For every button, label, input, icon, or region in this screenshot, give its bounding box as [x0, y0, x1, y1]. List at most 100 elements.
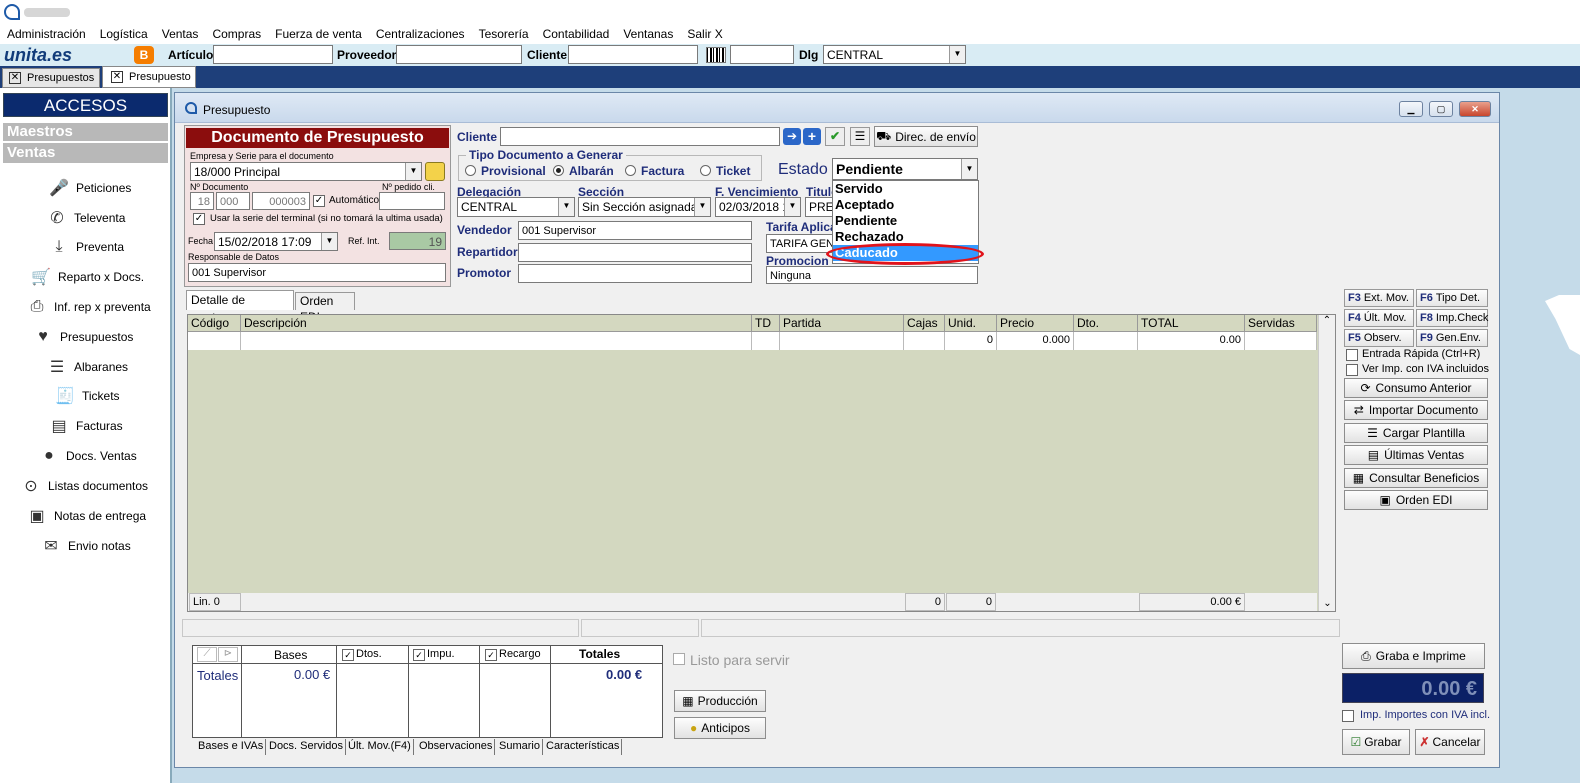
estado-option-1[interactable]: Aceptado [833, 197, 978, 213]
right-button-1[interactable]: ⇄ Importar Documento [1344, 400, 1488, 421]
delegacion-select[interactable]: CENTRAL ▼ [457, 197, 575, 217]
dtos-checkbox[interactable]: ✓ [342, 649, 354, 661]
column-header-9[interactable]: Servidas [1245, 315, 1317, 332]
close-icon[interactable]: ✕ [9, 72, 21, 84]
fvenc-input[interactable]: 02/03/2018 1 ▼ [715, 197, 801, 217]
promotor-input[interactable] [518, 264, 752, 283]
sidebar-item-4[interactable]: ⎙ Inf. rep x preventa [26, 296, 151, 318]
close-icon[interactable]: ✕ [111, 71, 123, 83]
right-button-5[interactable]: ▣ Orden EDI [1344, 490, 1488, 510]
column-header-5[interactable]: Unid. [945, 315, 997, 332]
right-button-0[interactable]: ⟳ Consumo Anterior [1344, 378, 1488, 398]
sidebar-section-maestros[interactable]: Maestros [3, 123, 168, 141]
row-cell-servidas[interactable] [1245, 332, 1317, 350]
row-cell-cajas[interactable] [904, 332, 945, 350]
sidebar-item-10[interactable]: ⊙ Listas documentos [20, 475, 148, 497]
row-cell-code[interactable] [188, 332, 241, 350]
ver-imp-checkbox[interactable] [1346, 364, 1358, 376]
radio-albaran[interactable] [553, 165, 564, 176]
row-cell-unid[interactable]: 0 [945, 332, 997, 350]
arrow-right-icon[interactable]: ➔ [783, 128, 801, 145]
menu-item-8[interactable]: Ventanas [616, 27, 680, 41]
menu-item-7[interactable]: Contabilidad [536, 27, 617, 41]
tab-orden-edi[interactable]: Orden EDI [295, 292, 355, 324]
close-button[interactable]: ✕ [1459, 101, 1491, 117]
repartidor-input[interactable] [518, 243, 752, 262]
sidebar-item-12[interactable]: ✉ Envio notas [40, 535, 130, 557]
coins-icon[interactable] [425, 162, 445, 181]
responsable-input[interactable]: 001 Supervisor [188, 263, 446, 282]
grabar-button[interactable]: ☑ Grabar [1342, 729, 1410, 755]
menu-item-9[interactable]: Salir X [680, 27, 729, 41]
titulo-input[interactable]: PRES [805, 197, 835, 217]
column-header-6[interactable]: Precio [997, 315, 1074, 332]
cliente-form-input[interactable] [500, 127, 780, 146]
column-header-3[interactable]: Partida [780, 315, 904, 332]
sidebar-item-7[interactable]: 🧾 Tickets [54, 385, 120, 407]
check-icon[interactable]: ✔ [825, 127, 845, 146]
list-icon[interactable]: ☰ [850, 127, 870, 146]
barcode-input[interactable] [730, 45, 794, 64]
estado-option-0[interactable]: Servido [833, 181, 978, 197]
menu-item-2[interactable]: Ventas [155, 27, 206, 41]
ndoc-num-input[interactable]: 000003 [252, 192, 310, 210]
sidebar-item-0[interactable]: 🎤 Peticiones [48, 177, 131, 199]
sidebar-section-ventas[interactable]: Ventas [3, 143, 168, 163]
column-header-1[interactable]: Descripción [241, 315, 752, 332]
menu-item-1[interactable]: Logística [93, 27, 155, 41]
tab-presupuesto[interactable]: ✕ Presupuesto [102, 66, 196, 88]
fkey-button-f8[interactable]: F8 Imp.Check [1416, 309, 1488, 327]
nav-prev-icon[interactable]: ⟋ [197, 647, 217, 662]
empresa-select[interactable]: 18/000 Principal ▼ [190, 162, 422, 181]
sidebar-item-6[interactable]: ☰ Albaranes [46, 356, 128, 378]
radio-factura[interactable] [625, 165, 636, 176]
articulo-input[interactable] [213, 45, 333, 64]
tab-detalle-productos[interactable]: Detalle de productos [186, 290, 294, 325]
proveedor-input[interactable] [396, 45, 522, 64]
cliente-input[interactable] [568, 45, 698, 64]
radio-ticket[interactable] [700, 165, 711, 176]
sidebar-item-8[interactable]: ▤ Facturas [48, 415, 122, 437]
chevron-down-icon[interactable]: ⌄ [1319, 598, 1336, 609]
menu-item-6[interactable]: Tesorería [472, 27, 536, 41]
ndoc-year-input[interactable]: 18 [190, 192, 214, 210]
estado-select[interactable]: Pendiente ▼ [832, 158, 978, 180]
fkey-button-f5[interactable]: F5 Observ. [1344, 329, 1414, 347]
seccion-select[interactable]: Sin Sección asignada ▼ [578, 197, 711, 217]
column-header-0[interactable]: Código [188, 315, 241, 332]
bottom-tab-5[interactable]: Características [544, 739, 623, 755]
row-cell-partida[interactable] [780, 332, 904, 350]
column-header-8[interactable]: TOTAL [1138, 315, 1245, 332]
bottom-tab-0[interactable]: Bases e IVAs [196, 739, 267, 755]
chevron-up-icon[interactable]: ⌃ [1319, 315, 1335, 326]
right-button-2[interactable]: ☰ Cargar Plantilla [1344, 422, 1488, 443]
fkey-button-f9[interactable]: F9 Gen.Env. [1416, 329, 1488, 347]
imp-iva-checkbox[interactable] [1342, 710, 1354, 722]
minimize-button[interactable]: ▁ [1399, 101, 1423, 117]
blogger-icon[interactable]: B [134, 46, 154, 64]
bottom-tab-2[interactable]: Últ. Mov.(F4) [346, 739, 414, 755]
right-button-4[interactable]: ▦ Consultar Beneficios [1344, 467, 1488, 488]
dlg-select[interactable]: CENTRAL ▼ [823, 45, 966, 64]
fkey-button-f3[interactable]: F3 Ext. Mov. [1344, 289, 1414, 307]
usar-serie-checkbox[interactable]: ✓ [193, 213, 205, 225]
cancelar-button[interactable]: ✗ Cancelar [1415, 729, 1485, 755]
promocion-input[interactable]: Ninguna [766, 266, 978, 284]
tarifa-input[interactable]: TARIFA GEN [766, 234, 836, 253]
automatico-checkbox[interactable]: ✓ [313, 195, 325, 207]
sidebar-item-2[interactable]: ⤓ Preventa [48, 236, 124, 258]
bottom-tab-1[interactable]: Docs. Servidos [267, 739, 346, 755]
grid-vscrollbar[interactable]: ⌃ ⌄ [1318, 315, 1335, 611]
maximize-button[interactable]: ▢ [1429, 101, 1453, 117]
row-cell-precio[interactable]: 0.000 [997, 332, 1074, 350]
sidebar-item-3[interactable]: 🛒 Reparto x Docs. [30, 266, 144, 288]
recargo-checkbox[interactable]: ✓ [485, 649, 497, 661]
sidebar-item-11[interactable]: ▣ Notas de entrega [26, 505, 146, 527]
right-button-3[interactable]: ▤ Últimas Ventas [1344, 445, 1488, 466]
row-cell-td[interactable] [752, 332, 780, 350]
menu-item-3[interactable]: Compras [205, 27, 268, 41]
column-header-7[interactable]: Dto. [1074, 315, 1138, 332]
fkey-button-f6[interactable]: F6 Tipo Det. [1416, 289, 1488, 307]
npedido-input[interactable] [379, 192, 445, 210]
fecha-input[interactable]: 15/02/2018 17:09 ▼ [214, 232, 338, 251]
